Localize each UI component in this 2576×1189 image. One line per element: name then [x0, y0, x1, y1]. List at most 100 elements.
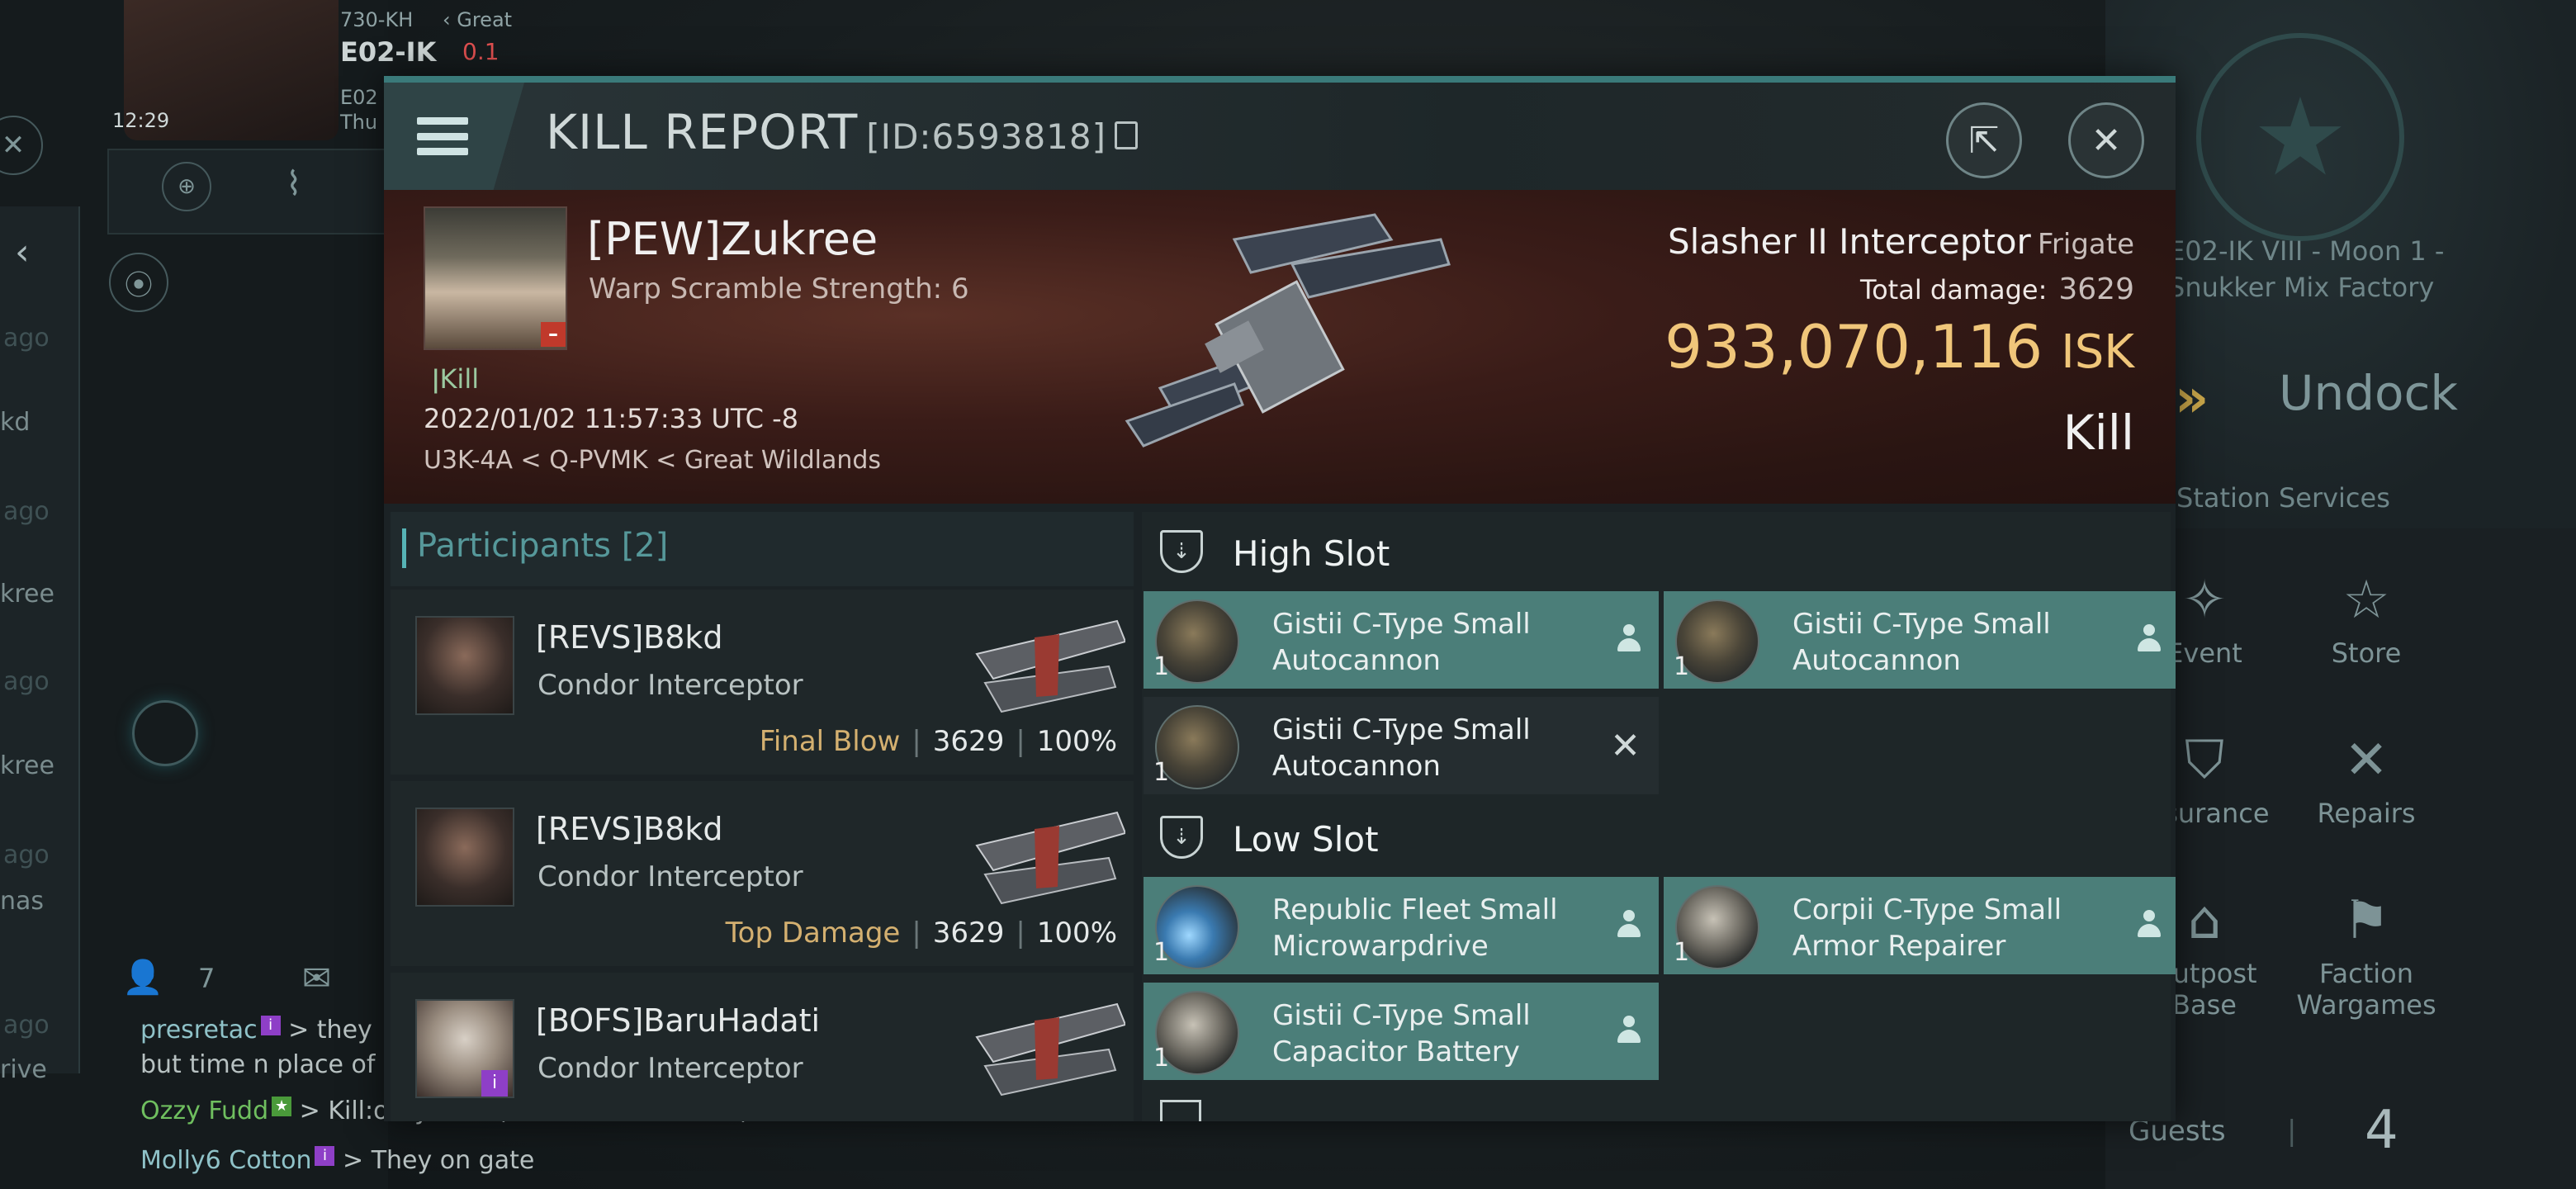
location-pin-icon[interactable]: ⦿ — [109, 253, 168, 312]
hud-system-line: 730-KH — [340, 8, 414, 31]
current-system[interactable]: E02-IK — [340, 36, 436, 68]
kill-location: U3K-4A < Q-PVMK < Great Wildlands — [424, 446, 882, 475]
mail-icon[interactable]: ✉ — [302, 958, 331, 998]
module-name: Gistii C-Type Small Capacitor Battery — [1272, 999, 1531, 1068]
station-location-1: E02-IK VIII - Moon 1 - — [2168, 235, 2445, 267]
participant-ship: Condor Interceptor — [537, 669, 803, 702]
participant-row[interactable]: [REVS]B8kd Condor Interceptor Final Blow… — [391, 590, 1134, 775]
station-location-2: Snukker Mix Factory — [2168, 272, 2435, 303]
guests-divider: | — [2287, 1115, 2297, 1148]
wrench-icon: ✕ — [2344, 730, 2389, 791]
side-item[interactable]: rive — [0, 1055, 47, 1084]
security-status: 0.1 — [462, 38, 500, 65]
victim-ship[interactable]: Slasher II Interceptor Frigate — [1668, 221, 2134, 262]
hud-region-line: ‹ Great — [443, 8, 513, 31]
dna-icon[interactable]: ⌇ — [286, 165, 302, 203]
module-name: Gistii C-Type Small Autocannon — [1272, 608, 1531, 677]
victim-name[interactable]: [PEW]Zukree — [587, 213, 878, 265]
hamburger-icon — [417, 117, 468, 155]
people-count: 7 — [198, 963, 215, 994]
module-card[interactable]: 1 Republic Fleet Small Microwarpdrive — [1144, 877, 1659, 974]
module-qty: 1 — [1153, 652, 1170, 681]
hud-partial-2: Thu — [340, 111, 378, 134]
target-ring-icon[interactable] — [132, 700, 198, 766]
fitted-person-icon — [1617, 1016, 1641, 1045]
warp-scramble-strength: Warp Scramble Strength: 6 — [589, 272, 969, 306]
module-card[interactable]: 1 Gistii C-Type Small Autocannon — [1664, 591, 2176, 689]
fitted-person-icon — [2138, 624, 2161, 654]
hud-partial-1: E02 — [340, 86, 378, 109]
participant-row[interactable]: i [BOFS]BaruHadati Condor Interceptor — [391, 973, 1134, 1121]
victim-ship-image — [1125, 213, 1451, 448]
chat-line: but time n place of — [140, 1050, 376, 1079]
low-slot-header: ⇣ Low Slot — [1142, 798, 2171, 877]
collapse-chevron-icon[interactable]: ‹ — [15, 231, 30, 273]
total-damage: Total damage: 3629 — [1859, 272, 2134, 306]
participant-name: [REVS]B8kd — [536, 619, 723, 656]
high-slot-header: ⇣ High Slot — [1142, 512, 2171, 591]
high-slot-title: High Slot — [1233, 533, 1390, 574]
module-qty: 1 — [1674, 652, 1690, 681]
side-item[interactable]: kree — [0, 751, 54, 780]
service-store[interactable]: ☆ Store — [2284, 570, 2449, 669]
participant-avatar[interactable] — [415, 808, 514, 907]
station-services-title: Station Services — [2176, 482, 2390, 514]
module-qty: 1 — [1674, 938, 1690, 967]
condor-ship-image — [975, 811, 1125, 905]
module-name: Republic Fleet Small Microwarpdrive — [1272, 893, 1558, 963]
side-item: ago — [3, 667, 50, 696]
service-repairs[interactable]: ✕ Repairs — [2284, 730, 2449, 829]
side-item: ago — [3, 497, 50, 526]
kill-id: [ID:6593818] — [866, 116, 1106, 157]
low-slot-icon: ⇣ — [1160, 816, 1203, 859]
undock-button[interactable]: Undock — [2279, 365, 2458, 421]
module-name: Corpii C-Type Small Armor Repairer — [1792, 893, 2062, 963]
share-icon: ⇱ — [1968, 119, 2000, 162]
module-card[interactable]: 1 Gistii C-Type Small Capacitor Battery — [1144, 983, 1659, 1080]
corp-logo-icon: ★ — [2196, 33, 2404, 241]
module-qty: 1 — [1153, 758, 1170, 787]
high-slot-icon: ⇣ — [1160, 530, 1203, 573]
info-badge-icon: i — [481, 1070, 508, 1097]
close-icon: ✕ — [2091, 119, 2122, 162]
module-card[interactable]: 1 Corpii C-Type Small Armor Repairer — [1664, 877, 2176, 974]
copy-icon[interactable] — [1115, 121, 1138, 149]
fitted-person-icon — [1617, 910, 1641, 940]
share-button[interactable]: ⇱ — [1946, 102, 2022, 178]
kill-datetime: 2022/01/02 11:57:33 UTC -8 — [424, 403, 799, 434]
hostile-badge-icon: – — [541, 322, 566, 347]
module-card[interactable]: 1 Gistii C-Type Small Autocannon — [1144, 591, 1659, 689]
mid-slot-icon-partial — [1160, 1100, 1201, 1121]
guests-count: 4 — [2365, 1100, 2398, 1161]
crossed-flags-icon: ⚑ — [2342, 890, 2390, 951]
side-item[interactable]: kd — [0, 408, 30, 437]
participants-title: Participants [2] — [417, 527, 669, 565]
kill-banner: – [PEW]Zukree Warp Scramble Strength: 6 … — [384, 190, 2176, 504]
side-item[interactable]: kree — [0, 580, 54, 609]
participants-header: Participants [2] — [391, 512, 1134, 586]
side-item: ago — [3, 1011, 50, 1040]
nes-star-icon: ☆ — [2342, 570, 2390, 631]
service-faction-wargames[interactable]: ⚑ Faction Wargames — [2284, 890, 2449, 1021]
kill-tag: ǀKill — [432, 363, 480, 395]
chat-line: Molly6 Cotton i > They on gate — [140, 1146, 535, 1175]
participant-name: [REVS]B8kd — [536, 811, 723, 847]
overview-icon[interactable]: ⊕ — [162, 162, 211, 211]
low-slot-title: Low Slot — [1233, 819, 1379, 860]
module-card[interactable]: 1 Gistii C-Type Small Autocannon ✕ — [1144, 697, 1659, 794]
module-name: Gistii C-Type Small Autocannon — [1272, 713, 1531, 783]
side-item[interactable]: nas — [0, 887, 44, 916]
participant-stats: Top Damage | 3629 | 100% — [725, 917, 1117, 950]
isk-value: 933,070,116 ISK — [1664, 312, 2134, 381]
condor-ship-image — [975, 1002, 1125, 1097]
modal-title: KILL REPORT [ID:6593818] — [546, 104, 1138, 160]
undock-chevrons-icon[interactable]: » — [2175, 368, 2209, 429]
close-button[interactable]: ✕ — [2068, 102, 2144, 178]
participant-row[interactable]: [REVS]B8kd Condor Interceptor Top Damage… — [391, 781, 1134, 966]
participant-avatar[interactable] — [415, 616, 514, 715]
people-icon[interactable]: 👤 — [122, 958, 163, 997]
chat-line: presretac i > they — [140, 1016, 372, 1045]
module-qty: 1 — [1153, 938, 1170, 967]
clock: 12:29 — [112, 109, 170, 132]
module-qty: 1 — [1153, 1044, 1170, 1073]
